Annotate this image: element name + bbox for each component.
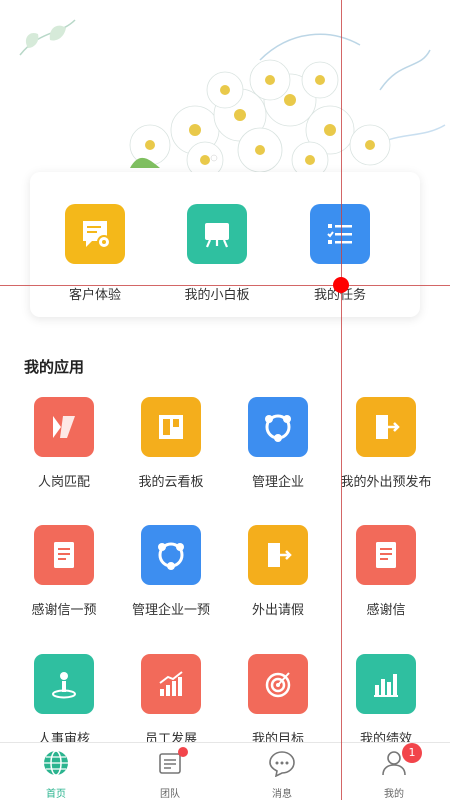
app-staff-development[interactable]: 员工发展: [115, 654, 227, 747]
app-label: 我的云看板: [138, 475, 204, 490]
exit-door-icon: [248, 525, 308, 585]
tab-label: 首页: [46, 789, 66, 800]
person-pin-icon: [34, 654, 94, 714]
touch-marker: [333, 277, 349, 293]
app-my-goals[interactable]: 我的目标: [222, 654, 334, 747]
quick-action-label: 我的小白板: [184, 288, 250, 303]
app-thanks-letter[interactable]: 感谢信: [330, 525, 442, 618]
app-person-match[interactable]: 人岗匹配: [8, 397, 120, 490]
app-manage-enterprise-pre[interactable]: 管理企业一预: [115, 525, 227, 618]
crosshair-vertical-line: [341, 0, 342, 800]
person-match-icon: [34, 397, 94, 457]
exit-door-icon: [356, 397, 416, 457]
notification-count-badge: 1: [402, 743, 422, 763]
tab-messages[interactable]: 消息: [242, 749, 322, 800]
network-icon: [141, 525, 201, 585]
tab-label: 我的: [384, 789, 404, 800]
app-label: 感谢信一预: [31, 603, 97, 618]
app-label: 感谢信: [366, 603, 406, 618]
app-hr-review[interactable]: 人事审核: [8, 654, 120, 747]
whiteboard-icon: [187, 204, 247, 264]
app-my-performance[interactable]: 我的绩效: [330, 654, 442, 747]
app-label: 管理企业: [251, 475, 304, 490]
letter-icon: [356, 525, 416, 585]
app-outing-prerelease[interactable]: 我的外出预发布: [330, 397, 442, 490]
app-cloud-board[interactable]: 我的云看板: [115, 397, 227, 490]
user-icon: 1: [380, 743, 422, 777]
quick-action-customer-experience[interactable]: 客户体验: [40, 204, 150, 303]
quick-action-whiteboard[interactable]: 我的小白板: [162, 204, 272, 303]
letter-icon: [34, 525, 94, 585]
board-icon: [141, 397, 201, 457]
document-gear-icon: [65, 204, 125, 264]
network-icon: [248, 397, 308, 457]
crosshair-horizontal-line: [0, 285, 450, 286]
task-list-icon: [310, 204, 370, 264]
globe-icon: [42, 749, 70, 777]
tab-me[interactable]: 1 我的: [354, 743, 434, 800]
tab-home[interactable]: 首页: [16, 749, 96, 800]
chat-bubble-icon: [268, 749, 296, 778]
tab-label: 团队: [160, 789, 180, 800]
tab-label: 消息: [272, 789, 292, 800]
team-card-icon: [156, 747, 188, 777]
notification-dot: [178, 747, 188, 757]
growth-chart-icon: [141, 654, 201, 714]
apps-section-title: 我的应用: [24, 358, 85, 376]
app-label: 管理企业一预: [131, 603, 210, 618]
banner-image: [0, 0, 450, 175]
bar-chart-icon: [356, 654, 416, 714]
app-manage-enterprise[interactable]: 管理企业: [222, 397, 334, 490]
tab-team[interactable]: 团队: [130, 747, 210, 800]
app-thanks-letter-pre[interactable]: 感谢信一预: [8, 525, 120, 618]
bottom-tab-bar: 首页 团队 消息 1 我的: [0, 742, 450, 801]
quick-action-label: 客户体验: [68, 288, 121, 303]
app-outing-leave[interactable]: 外出请假: [222, 525, 334, 618]
target-icon: [248, 654, 308, 714]
app-label: 我的外出预发布: [340, 475, 432, 490]
quick-actions-card: 客户体验 我的小白板 我的任务: [30, 172, 420, 317]
app-label: 人岗匹配: [37, 475, 90, 490]
app-label: 外出请假: [251, 603, 304, 618]
